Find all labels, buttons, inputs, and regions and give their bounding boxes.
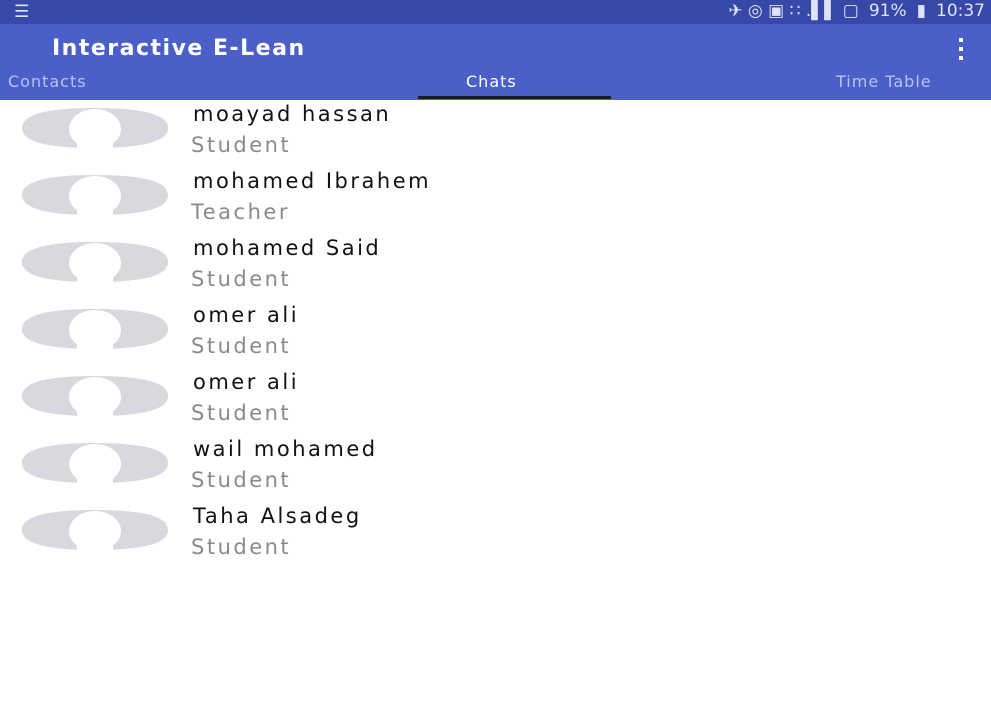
chat-row[interactable]: mohamed Said Student (0, 234, 991, 301)
app-title: Interactive E-Lean (52, 36, 306, 61)
chat-row[interactable]: wail mohamed Student (0, 435, 991, 502)
contact-name: omer ali (193, 370, 300, 394)
avatar-placeholder-icon (22, 376, 168, 419)
status-icons: ✈ ◎ ▣ ∷ .▌▌ ▢ 91% ▮ 10:37 (728, 1, 985, 21)
clock: 10:37 (936, 1, 985, 21)
contact-role: Student (191, 267, 292, 291)
app-bar: Interactive E-Lean Contacts Chats Time T… (0, 24, 991, 100)
overflow-menu-icon[interactable] (952, 38, 970, 60)
status-bar: ☰ ✈ ◎ ▣ ∷ .▌▌ ▢ 91% ▮ 10:37 (0, 0, 991, 24)
avatar-placeholder-icon (22, 510, 168, 553)
tab-time-table[interactable]: Time Table (836, 72, 932, 100)
battery-percentage: 91% (868, 1, 907, 21)
contact-name: Taha Alsadeg (193, 504, 362, 528)
contact-name: mohamed Ibrahem (193, 169, 432, 193)
contact-role: Student (191, 133, 292, 157)
contact-name: moayad hassan (193, 102, 392, 126)
avatar-placeholder-icon (22, 108, 168, 151)
active-tab-indicator (418, 96, 611, 99)
contact-role: Student (191, 535, 292, 559)
contact-role: Teacher (191, 200, 290, 224)
contact-name: wail mohamed (193, 437, 378, 461)
status-indicators-icon: ✈ ◎ ▣ ∷ .▌▌ ▢ (728, 1, 859, 21)
chat-row[interactable]: moayad hassan Student (0, 100, 991, 167)
chat-row[interactable]: mohamed Ibrahem Teacher (0, 167, 991, 234)
tab-contacts[interactable]: Contacts (8, 72, 87, 100)
chat-row[interactable]: omer ali Student (0, 368, 991, 435)
avatar-placeholder-icon (22, 175, 168, 218)
contact-role: Student (191, 334, 292, 358)
chat-row[interactable]: omer ali Student (0, 301, 991, 368)
notification-list-icon: ☰ (14, 2, 30, 22)
contact-role: Student (191, 401, 292, 425)
avatar-placeholder-icon (22, 443, 168, 486)
avatar-placeholder-icon (22, 242, 168, 285)
contact-name: mohamed Said (193, 236, 382, 260)
contact-name: omer ali (193, 303, 300, 327)
battery-icon: ▮ (916, 1, 926, 21)
chat-row[interactable]: Taha Alsadeg Student (0, 502, 991, 569)
avatar-placeholder-icon (22, 309, 168, 352)
contact-role: Student (191, 468, 292, 492)
